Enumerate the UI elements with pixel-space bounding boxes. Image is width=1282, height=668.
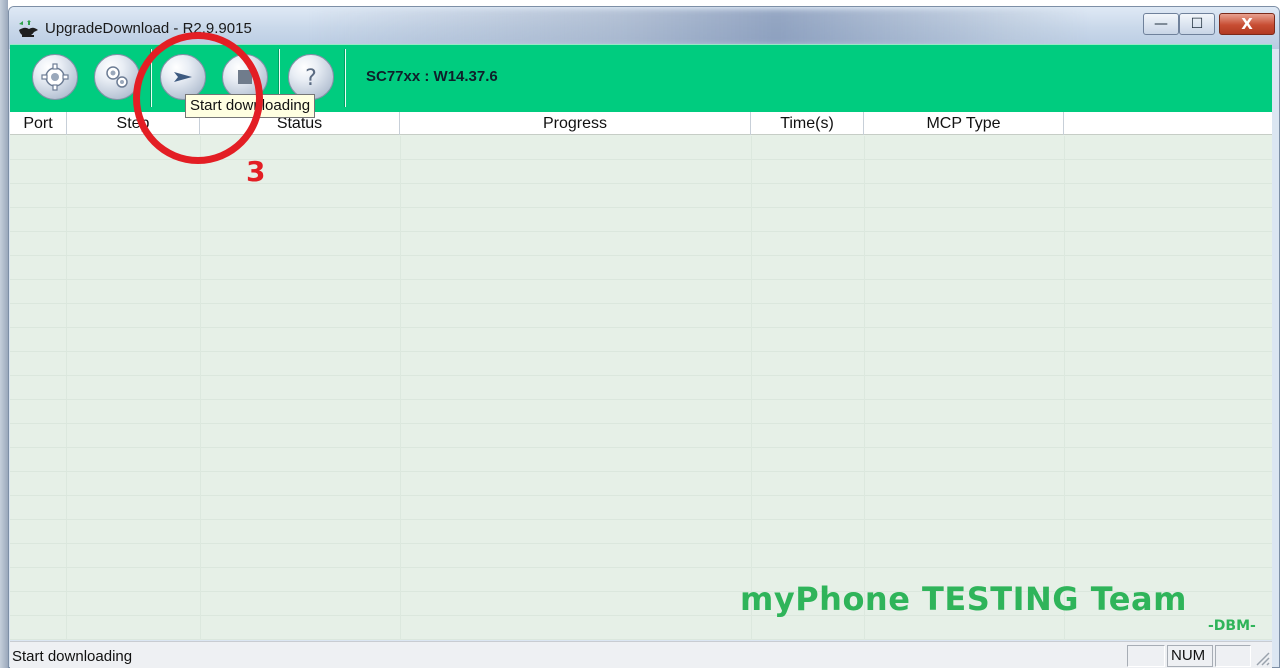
column-header-port[interactable]: Port xyxy=(10,112,67,135)
window-title: UpgradeDownload - R2.9.9015 xyxy=(45,20,252,37)
minimize-button[interactable]: — xyxy=(1143,13,1179,35)
column-header-mcp-type[interactable]: MCP Type xyxy=(864,112,1064,135)
gear-icon xyxy=(33,55,77,99)
num-lock-indicator: NUM xyxy=(1167,645,1213,667)
status-bar: Start downloading NUM xyxy=(10,641,1272,668)
annotation-step-number: 3 xyxy=(246,155,266,188)
grid-line xyxy=(200,136,201,640)
grid-line xyxy=(751,136,752,640)
maximize-icon: ☐ xyxy=(1190,16,1204,32)
column-header-progress[interactable]: Progress xyxy=(400,112,751,135)
status-text: Start downloading xyxy=(12,648,133,665)
app-icon xyxy=(19,20,38,37)
column-header-time[interactable]: Time(s) xyxy=(751,112,864,135)
minimize-icon: — xyxy=(1154,16,1168,32)
desktop-edge xyxy=(0,0,8,668)
status-pane xyxy=(1127,645,1165,667)
version-label: SC77xx : W14.37.6 xyxy=(366,68,498,85)
question-icon: ? xyxy=(289,55,333,99)
toolbar-separator xyxy=(344,49,346,107)
close-button[interactable]: X xyxy=(1219,13,1275,35)
watermark-signature: -DBM- xyxy=(1208,618,1256,634)
grid-line xyxy=(400,136,401,640)
close-icon: X xyxy=(1241,15,1253,33)
titlebar-background-blur xyxy=(309,9,1089,45)
resize-grip-icon[interactable] xyxy=(1254,650,1270,666)
maximize-button[interactable]: ☐ xyxy=(1179,13,1215,35)
settings-button[interactable] xyxy=(32,54,78,100)
svg-text:?: ? xyxy=(305,66,317,91)
watermark-text: myPhone TESTING Team xyxy=(740,580,1187,618)
grid-line xyxy=(1064,136,1065,640)
grid-line xyxy=(864,136,865,640)
annotation-circle xyxy=(133,32,263,164)
status-pane xyxy=(1215,645,1251,667)
port-list[interactable]: Port Step Status Progress Time(s) MCP Ty… xyxy=(10,112,1272,640)
